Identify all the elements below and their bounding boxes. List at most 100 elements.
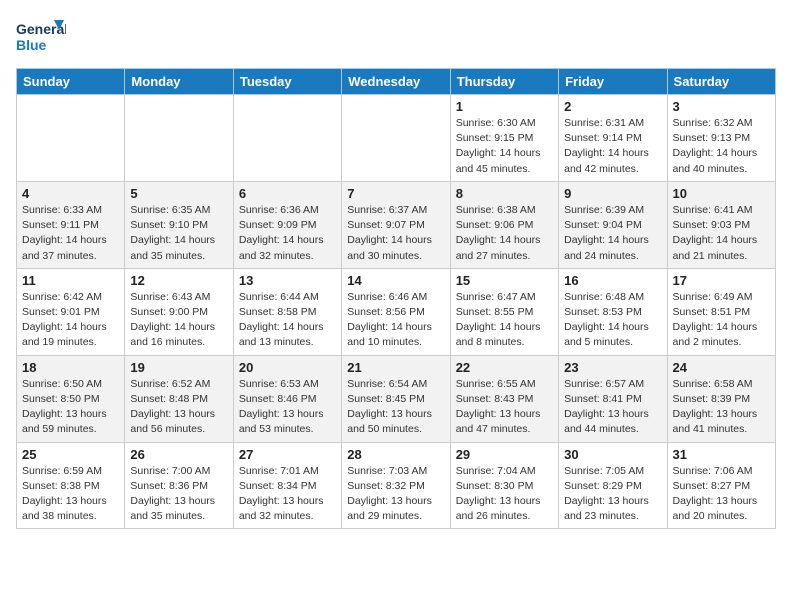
calendar-cell: 19 Sunrise: 6:52 AM Sunset: 8:48 PM Dayli…: [125, 355, 233, 442]
day-number: 13: [239, 273, 336, 288]
calendar-cell: [17, 95, 125, 182]
calendar-cell: 4 Sunrise: 6:33 AM Sunset: 9:11 PM Daylig…: [17, 181, 125, 268]
day-number: 27: [239, 447, 336, 462]
day-info: Sunrise: 6:59 AM Sunset: 8:38 PM Dayligh…: [22, 464, 119, 525]
calendar-cell: 16 Sunrise: 6:48 AM Sunset: 8:53 PM Dayli…: [559, 268, 667, 355]
calendar-cell: 22 Sunrise: 6:55 AM Sunset: 8:43 PM Dayli…: [450, 355, 558, 442]
day-number: 2: [564, 99, 661, 114]
day-number: 7: [347, 186, 444, 201]
svg-text:Blue: Blue: [16, 37, 47, 53]
day-info: Sunrise: 6:32 AM Sunset: 9:13 PM Dayligh…: [673, 116, 770, 177]
calendar-cell: 13 Sunrise: 6:44 AM Sunset: 8:58 PM Dayli…: [233, 268, 341, 355]
day-info: Sunrise: 7:04 AM Sunset: 8:30 PM Dayligh…: [456, 464, 553, 525]
day-info: Sunrise: 6:37 AM Sunset: 9:07 PM Dayligh…: [347, 203, 444, 264]
day-number: 17: [673, 273, 770, 288]
calendar-cell: 25 Sunrise: 6:59 AM Sunset: 8:38 PM Dayli…: [17, 442, 125, 529]
day-number: 23: [564, 360, 661, 375]
calendar-cell: 9 Sunrise: 6:39 AM Sunset: 9:04 PM Daylig…: [559, 181, 667, 268]
day-number: 9: [564, 186, 661, 201]
calendar-cell: 6 Sunrise: 6:36 AM Sunset: 9:09 PM Daylig…: [233, 181, 341, 268]
day-number: 3: [673, 99, 770, 114]
page-header: GeneralBlue: [16, 16, 776, 58]
day-info: Sunrise: 6:52 AM Sunset: 8:48 PM Dayligh…: [130, 377, 227, 438]
calendar-cell: 31Sunrise: 7:06 AM Sunset: 8:27 PM Dayli…: [667, 442, 775, 529]
day-info: Sunrise: 6:42 AM Sunset: 9:01 PM Dayligh…: [22, 290, 119, 351]
calendar-cell: 27Sunrise: 7:01 AM Sunset: 8:34 PM Dayli…: [233, 442, 341, 529]
weekday-header: Wednesday: [342, 69, 450, 95]
day-info: Sunrise: 6:38 AM Sunset: 9:06 PM Dayligh…: [456, 203, 553, 264]
calendar-cell: 11 Sunrise: 6:42 AM Sunset: 9:01 PM Dayli…: [17, 268, 125, 355]
day-info: Sunrise: 6:31 AM Sunset: 9:14 PM Dayligh…: [564, 116, 661, 177]
day-number: 22: [456, 360, 553, 375]
day-number: 20: [239, 360, 336, 375]
day-number: 19: [130, 360, 227, 375]
weekday-header: Tuesday: [233, 69, 341, 95]
day-info: Sunrise: 6:48 AM Sunset: 8:53 PM Dayligh…: [564, 290, 661, 351]
day-number: 31: [673, 447, 770, 462]
day-info: Sunrise: 6:53 AM Sunset: 8:46 PM Dayligh…: [239, 377, 336, 438]
day-info: Sunrise: 6:41 AM Sunset: 9:03 PM Dayligh…: [673, 203, 770, 264]
day-info: Sunrise: 6:54 AM Sunset: 8:45 PM Dayligh…: [347, 377, 444, 438]
day-info: Sunrise: 6:36 AM Sunset: 9:09 PM Dayligh…: [239, 203, 336, 264]
calendar-cell: [125, 95, 233, 182]
calendar-cell: [342, 95, 450, 182]
day-info: Sunrise: 7:05 AM Sunset: 8:29 PM Dayligh…: [564, 464, 661, 525]
calendar-cell: 10 Sunrise: 6:41 AM Sunset: 9:03 PM Dayli…: [667, 181, 775, 268]
day-number: 14: [347, 273, 444, 288]
day-number: 8: [456, 186, 553, 201]
day-info: Sunrise: 6:55 AM Sunset: 8:43 PM Dayligh…: [456, 377, 553, 438]
day-info: Sunrise: 6:47 AM Sunset: 8:55 PM Dayligh…: [456, 290, 553, 351]
day-number: 10: [673, 186, 770, 201]
calendar-header-row: SundayMondayTuesdayWednesdayThursdayFrid…: [17, 69, 776, 95]
weekday-header: Monday: [125, 69, 233, 95]
day-number: 12: [130, 273, 227, 288]
calendar-cell: 26 Sunrise: 7:00 AM Sunset: 8:36 PM Dayli…: [125, 442, 233, 529]
day-number: 4: [22, 186, 119, 201]
day-info: Sunrise: 6:44 AM Sunset: 8:58 PM Dayligh…: [239, 290, 336, 351]
calendar-week-row: 4 Sunrise: 6:33 AM Sunset: 9:11 PM Daylig…: [17, 181, 776, 268]
day-number: 26: [130, 447, 227, 462]
calendar-cell: 2 Sunrise: 6:31 AM Sunset: 9:14 PM Daylig…: [559, 95, 667, 182]
day-number: 16: [564, 273, 661, 288]
day-info: Sunrise: 7:00 AM Sunset: 8:36 PM Dayligh…: [130, 464, 227, 525]
calendar-cell: 14 Sunrise: 6:46 AM Sunset: 8:56 PM Dayli…: [342, 268, 450, 355]
day-number: 1: [456, 99, 553, 114]
calendar-cell: 7 Sunrise: 6:37 AM Sunset: 9:07 PM Daylig…: [342, 181, 450, 268]
calendar-cell: 5 Sunrise: 6:35 AM Sunset: 9:10 PM Daylig…: [125, 181, 233, 268]
calendar-cell: 18 Sunrise: 6:50 AM Sunset: 8:50 PM Dayli…: [17, 355, 125, 442]
calendar-cell: 20 Sunrise: 6:53 AM Sunset: 8:46 PM Dayli…: [233, 355, 341, 442]
calendar-cell: 28 Sunrise: 7:03 AM Sunset: 8:32 PM Dayli…: [342, 442, 450, 529]
calendar-cell: 1Sunrise: 6:30 AM Sunset: 9:15 PM Daylig…: [450, 95, 558, 182]
logo: GeneralBlue: [16, 16, 66, 58]
day-info: Sunrise: 6:35 AM Sunset: 9:10 PM Dayligh…: [130, 203, 227, 264]
calendar-week-row: 18 Sunrise: 6:50 AM Sunset: 8:50 PM Dayli…: [17, 355, 776, 442]
day-number: 5: [130, 186, 227, 201]
day-number: 6: [239, 186, 336, 201]
day-number: 15: [456, 273, 553, 288]
calendar-cell: 21Sunrise: 6:54 AM Sunset: 8:45 PM Dayli…: [342, 355, 450, 442]
day-info: Sunrise: 6:33 AM Sunset: 9:11 PM Dayligh…: [22, 203, 119, 264]
calendar-cell: 8 Sunrise: 6:38 AM Sunset: 9:06 PM Daylig…: [450, 181, 558, 268]
day-info: Sunrise: 7:03 AM Sunset: 8:32 PM Dayligh…: [347, 464, 444, 525]
day-number: 28: [347, 447, 444, 462]
logo-svg: GeneralBlue: [16, 16, 66, 58]
calendar-week-row: 25 Sunrise: 6:59 AM Sunset: 8:38 PM Dayli…: [17, 442, 776, 529]
calendar-week-row: 1Sunrise: 6:30 AM Sunset: 9:15 PM Daylig…: [17, 95, 776, 182]
calendar-week-row: 11 Sunrise: 6:42 AM Sunset: 9:01 PM Dayli…: [17, 268, 776, 355]
weekday-header: Saturday: [667, 69, 775, 95]
day-number: 24: [673, 360, 770, 375]
day-info: Sunrise: 6:39 AM Sunset: 9:04 PM Dayligh…: [564, 203, 661, 264]
calendar-cell: [233, 95, 341, 182]
day-number: 18: [22, 360, 119, 375]
day-info: Sunrise: 6:50 AM Sunset: 8:50 PM Dayligh…: [22, 377, 119, 438]
day-info: Sunrise: 6:57 AM Sunset: 8:41 PM Dayligh…: [564, 377, 661, 438]
day-number: 11: [22, 273, 119, 288]
day-info: Sunrise: 6:49 AM Sunset: 8:51 PM Dayligh…: [673, 290, 770, 351]
calendar-cell: 17 Sunrise: 6:49 AM Sunset: 8:51 PM Dayli…: [667, 268, 775, 355]
day-number: 30: [564, 447, 661, 462]
day-info: Sunrise: 6:58 AM Sunset: 8:39 PM Dayligh…: [673, 377, 770, 438]
calendar-cell: 12Sunrise: 6:43 AM Sunset: 9:00 PM Dayli…: [125, 268, 233, 355]
day-number: 25: [22, 447, 119, 462]
calendar-cell: 3 Sunrise: 6:32 AM Sunset: 9:13 PM Daylig…: [667, 95, 775, 182]
day-info: Sunrise: 6:46 AM Sunset: 8:56 PM Dayligh…: [347, 290, 444, 351]
